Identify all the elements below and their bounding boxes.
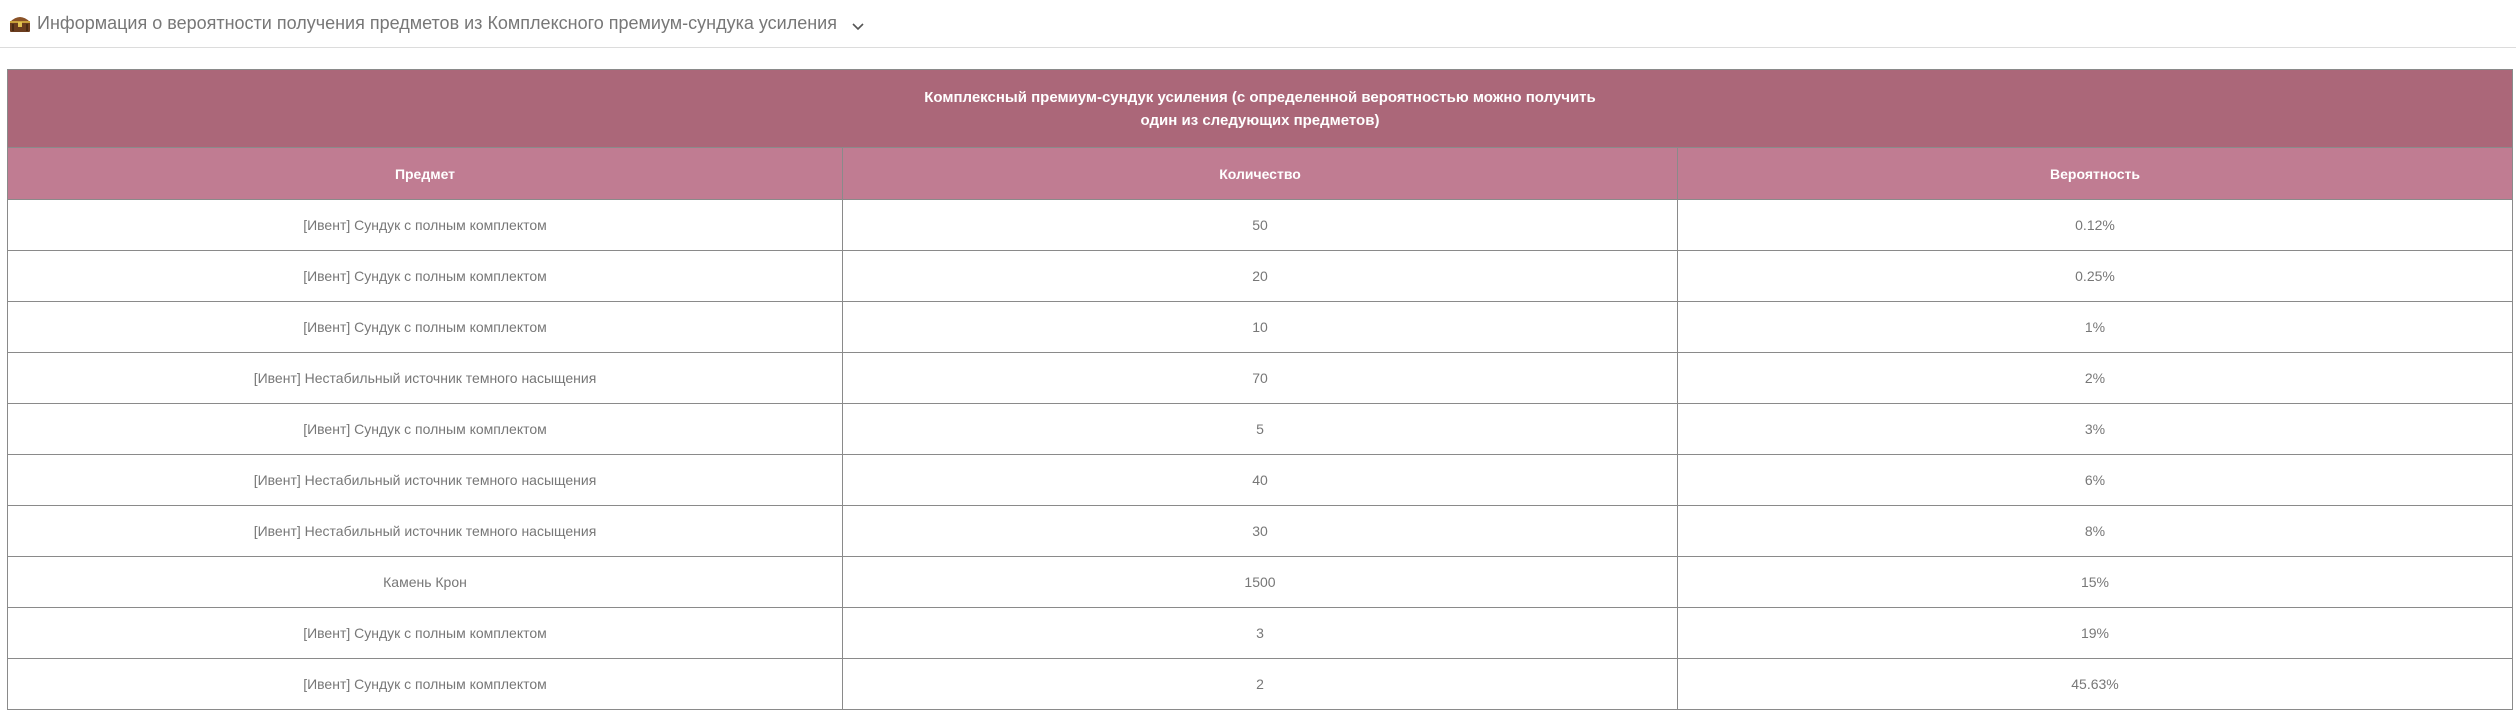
table-caption: Комплексный премиум-сундук усиления (с о… [7,69,2513,148]
column-header-item: Предмет [7,147,843,200]
item-cell: [Ивент] Сундук с полным комплектом [7,403,843,455]
quantity-cell: 10 [842,301,1678,353]
item-cell: Камень Крон [7,556,843,608]
accordion-header[interactable]: Информация о вероятности получения предм… [0,0,2516,48]
quantity-cell: 20 [842,250,1678,302]
drop-rate-table: Комплексный премиум-сундук усиления (с о… [7,69,2513,710]
column-header-probability: Вероятность [1677,147,2513,200]
quantity-cell: 5 [842,403,1678,455]
quantity-cell: 50 [842,199,1678,251]
quantity-cell: 3 [842,607,1678,659]
probability-cell: 8% [1677,505,2513,557]
table-row: [Ивент] Нестабильный источник темного на… [7,505,2513,557]
table-row: [Ивент] Сундук с полным комплектом 5 3% [7,403,2513,455]
item-cell: [Ивент] Сундук с полным комплектом [7,658,843,710]
table-row: [Ивент] Сундук с полным комплектом 50 0.… [7,199,2513,251]
quantity-cell: 70 [842,352,1678,404]
quantity-cell: 30 [842,505,1678,557]
table-caption-line: Комплексный премиум-сундук усиления (с о… [924,88,1596,106]
accordion-title: Информация о вероятности получения предм… [37,13,837,33]
table-row: Камень Крон 1500 15% [7,556,2513,608]
table-row: [Ивент] Нестабильный источник темного на… [7,454,2513,506]
table-row: [Ивент] Сундук с полным комплектом 20 0.… [7,250,2513,302]
probability-cell: 3% [1677,403,2513,455]
item-cell: [Ивент] Сундук с полным комплектом [7,301,843,353]
table-row: [Ивент] Сундук с полным комплектом 3 19% [7,607,2513,659]
probability-cell: 15% [1677,556,2513,608]
table-row: [Ивент] Сундук с полным комплектом 2 45.… [7,658,2513,710]
probability-cell: 0.12% [1677,199,2513,251]
treasure-chest-icon [9,15,31,33]
table-row: [Ивент] Сундук с полным комплектом 10 1% [7,301,2513,353]
drop-rate-table-container: Комплексный премиум-сундук усиления (с о… [7,69,2513,710]
table-caption-line: один из следующих предметов) [1140,111,1380,129]
probability-cell: 45.63% [1677,658,2513,710]
item-cell: [Ивент] Сундук с полным комплектом [7,607,843,659]
quantity-cell: 2 [842,658,1678,710]
table-row: [Ивент] Нестабильный источник темного на… [7,352,2513,404]
item-cell: [Ивент] Нестабильный источник темного на… [7,454,843,506]
item-cell: [Ивент] Нестабильный источник темного на… [7,352,843,404]
probability-cell: 2% [1677,352,2513,404]
item-cell: [Ивент] Нестабильный источник темного на… [7,505,843,557]
item-cell: [Ивент] Сундук с полным комплектом [7,199,843,251]
quantity-cell: 40 [842,454,1678,506]
chevron-down-icon[interactable] [851,19,865,30]
item-cell: [Ивент] Сундук с полным комплектом [7,250,843,302]
probability-cell: 1% [1677,301,2513,353]
probability-cell: 0.25% [1677,250,2513,302]
column-header-quantity: Количество [842,147,1678,200]
quantity-cell: 1500 [842,556,1678,608]
probability-cell: 6% [1677,454,2513,506]
probability-cell: 19% [1677,607,2513,659]
